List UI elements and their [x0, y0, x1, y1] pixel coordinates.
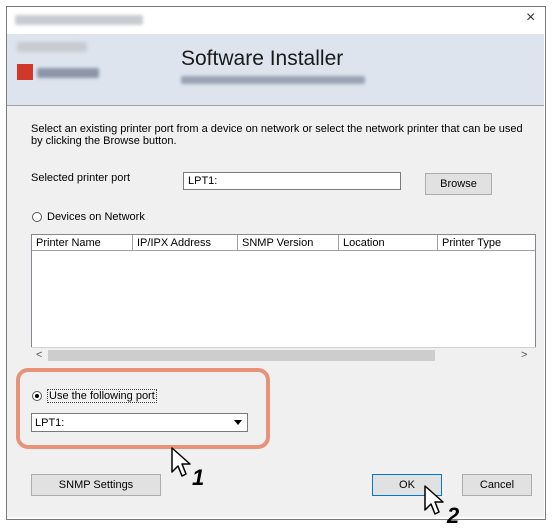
port-select-value: LPT1: — [35, 417, 65, 429]
scroll-thumb[interactable] — [48, 350, 435, 361]
brand-logo-icon — [17, 64, 33, 80]
selected-port-label: Selected printer port — [31, 172, 131, 184]
browse-button[interactable]: Browse — [425, 173, 492, 195]
step-2-label: 2 — [447, 503, 460, 528]
title-bar: × — [7, 7, 544, 33]
step-1-label: 1 — [192, 465, 205, 490]
mouse-cursor-icon — [423, 484, 445, 521]
instructions-text: Select an existing printer port from a d… — [31, 123, 523, 147]
scroll-left-icon[interactable]: < — [36, 349, 42, 361]
brand-wordmark-redacted — [37, 68, 99, 78]
scroll-right-icon[interactable]: > — [521, 349, 527, 361]
banner-subtitle-redacted — [181, 76, 365, 84]
devices-on-network-radio-icon[interactable] — [32, 212, 42, 222]
port-select[interactable]: LPT1: — [31, 413, 248, 432]
column-printer-type[interactable]: Printer Type — [438, 235, 535, 251]
cancel-button[interactable]: Cancel — [462, 474, 532, 496]
header-banner: Software Installer — [7, 34, 544, 105]
banner-title: Software Installer — [181, 47, 344, 70]
column-snmp-version[interactable]: SNMP Version — [238, 235, 339, 251]
use-following-port-radio-icon[interactable] — [32, 391, 42, 401]
window-title-redacted — [15, 15, 143, 25]
close-icon[interactable]: × — [526, 9, 535, 27]
devices-list[interactable]: Printer Name IP/IPX Address SNMP Version… — [31, 234, 536, 364]
use-following-port-label[interactable]: Use the following port — [47, 389, 157, 403]
use-port-highlight — [16, 368, 270, 449]
column-ip-address[interactable]: IP/IPX Address — [133, 235, 238, 251]
devices-on-network-label[interactable]: Devices on Network — [47, 211, 145, 223]
snmp-settings-button[interactable]: SNMP Settings — [31, 474, 161, 496]
dropdown-arrow-icon[interactable] — [230, 415, 246, 430]
mouse-cursor-icon — [170, 446, 192, 483]
column-location[interactable]: Location — [339, 235, 438, 251]
brand-name-redacted — [17, 42, 87, 52]
devices-horizontal-scrollbar[interactable]: < > — [31, 347, 536, 364]
selected-port-field[interactable]: LPT1: — [183, 172, 401, 190]
column-printer-name[interactable]: Printer Name — [32, 235, 133, 251]
